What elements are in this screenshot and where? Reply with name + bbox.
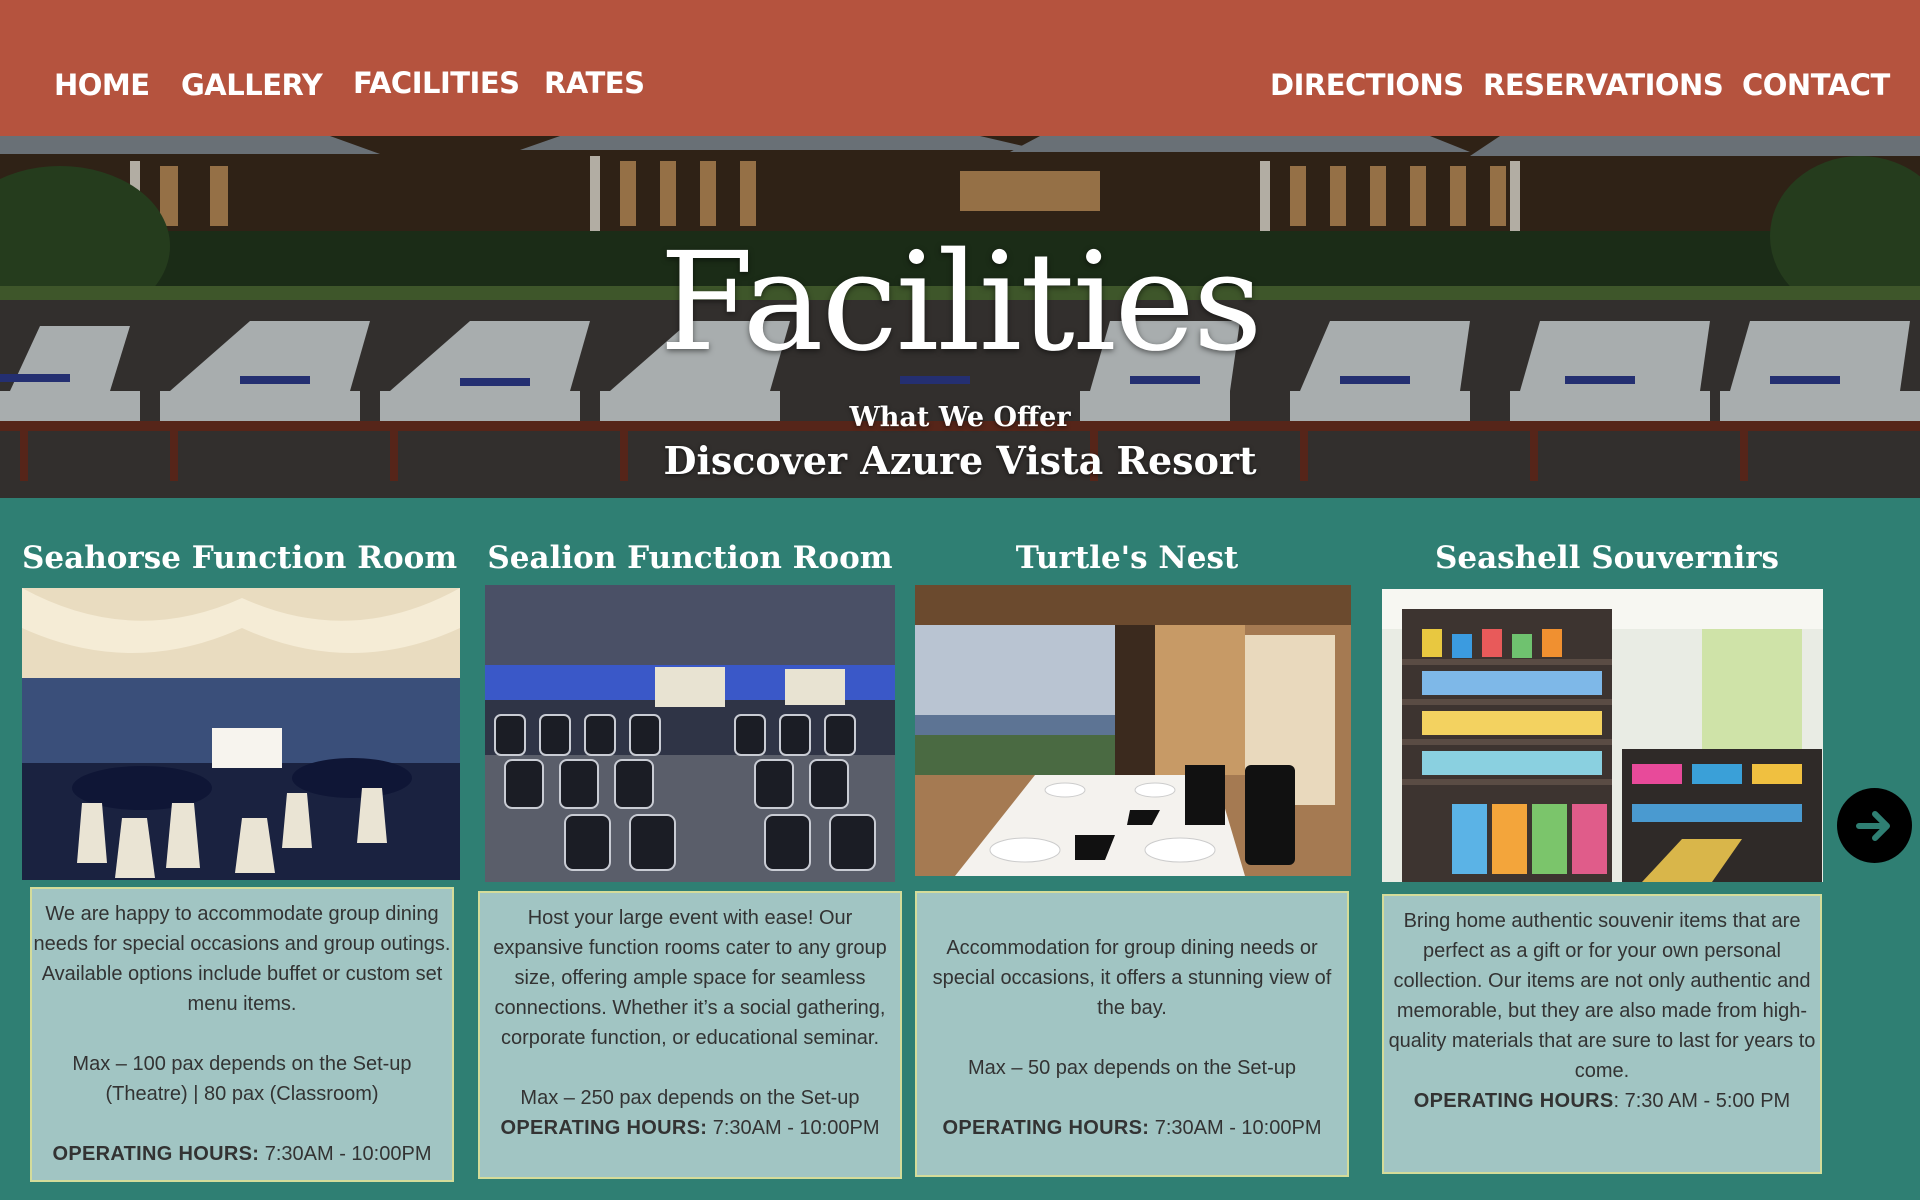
card-title-seashell-souvenirs: Seashell Souvernirs (1434, 540, 1780, 576)
card-hours: OPERATING HOURS: 7:30AM - 10:00PM (480, 1113, 900, 1143)
hours-label: OPERATING HOURS: (52, 1143, 260, 1165)
card-image-turtles-nest (915, 585, 1351, 876)
card-image-seashell-souvenirs (1382, 589, 1823, 882)
hours-value: : 7:30 AM - 5:00 PM (1613, 1090, 1791, 1112)
carousel-next-button[interactable] (1837, 788, 1912, 863)
hours-value: 7:30AM - 10:00PM (707, 1117, 880, 1139)
card-image-seahorse (22, 588, 460, 880)
hero-tagline: Discover Azure Vista Resort (663, 438, 1257, 483)
nav-directions[interactable]: DIRECTIONS (1270, 68, 1464, 102)
hours-label: OPERATING HOURS (1413, 1090, 1614, 1112)
nav-reservations[interactable]: RESERVATIONS (1483, 68, 1724, 102)
hours-label: OPERATING HOURS: (942, 1117, 1150, 1139)
card-capacity: Max – 250 pax depends on the Set-up (520, 1087, 860, 1109)
card-capacity: Max – 100 pax depends on the Set-up (The… (72, 1053, 412, 1105)
card-text: Bring home authentic souvenir items that… (1388, 910, 1816, 1082)
hero-subtitle: What We Offer (849, 402, 1071, 433)
card-description-seahorse: We are happy to accommodate group dining… (30, 887, 454, 1182)
hours-value: 7:30AM - 10:00PM (259, 1143, 432, 1165)
nav-gallery[interactable]: GALLERY (181, 68, 323, 102)
card-description-turtles-nest: Accommodation for group dining needs or … (915, 891, 1349, 1177)
card-text: We are happy to accommodate group dining… (33, 903, 451, 1015)
card-description-sealion: Host your large event with ease! Our exp… (478, 891, 902, 1179)
card-text: Accommodation for group dining needs or … (932, 937, 1332, 1019)
card-capacity: Max – 50 pax depends on the Set-up (967, 1057, 1296, 1079)
card-title-turtles-nest: Turtle's Nest (1015, 540, 1239, 576)
hours-label: OPERATING HOURS: (500, 1117, 708, 1139)
card-image-sealion (485, 585, 895, 882)
card-text: Host your large event with ease! Our exp… (493, 907, 887, 1049)
hours-value: 7:30AM - 10:00PM (1149, 1117, 1322, 1139)
main-nav: HOME GALLERY FACILITIES RATES DIRECTIONS… (0, 0, 1920, 136)
hero-banner: Facilities What We Offer Discover Azure … (0, 136, 1920, 498)
nav-rates[interactable]: RATES (544, 66, 645, 100)
nav-facilities[interactable]: FACILITIES (353, 66, 520, 100)
card-title-seahorse: Seahorse Function Room (22, 540, 458, 576)
page-title: Facilities (659, 224, 1262, 382)
card-hours: OPERATING HOURS: 7:30AM - 10:00PM (32, 1139, 452, 1169)
nav-contact[interactable]: CONTACT (1742, 68, 1890, 102)
card-hours: OPERATING HOURS: 7:30AM - 10:00PM (917, 1113, 1347, 1143)
card-hours: OPERATING HOURS: 7:30 AM - 5:00 PM (1384, 1086, 1820, 1116)
arrow-right-circle-icon (1855, 810, 1890, 841)
card-description-seashell-souvenirs: Bring home authentic souvenir items that… (1382, 894, 1822, 1174)
nav-home[interactable]: HOME (54, 68, 150, 102)
card-title-sealion: Sealion Function Room (487, 540, 893, 576)
